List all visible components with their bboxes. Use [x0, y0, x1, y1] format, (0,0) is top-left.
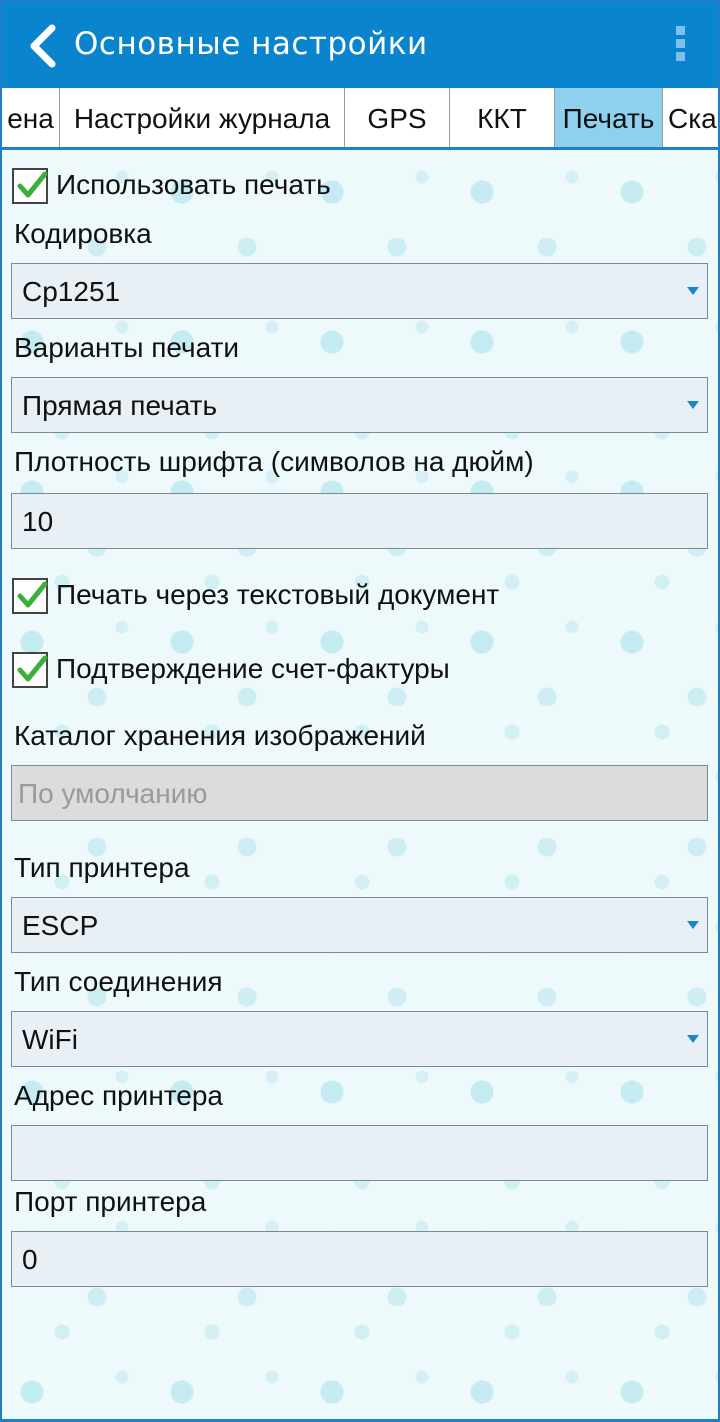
connection-type-value: WiFi [22, 1024, 78, 1055]
invoice-confirm-checkbox[interactable] [12, 652, 48, 688]
print-variant-value: Прямая печать [22, 390, 218, 421]
print-text-doc-checkbox[interactable] [12, 578, 48, 614]
encoding-label: Кодировка [14, 218, 152, 249]
chevron-left-icon[interactable] [24, 24, 64, 68]
printer-address-label: Адрес принтера [14, 1080, 224, 1111]
overflow-menu-icon[interactable] [672, 26, 688, 66]
tab-gps[interactable]: GPS [345, 88, 450, 147]
print-variant-select[interactable]: Прямая печать [11, 377, 708, 433]
font-density-input[interactable]: 10 [11, 493, 708, 549]
dropdown-arrow-icon [687, 401, 699, 409]
image-catalog-input[interactable]: По умолчанию [11, 765, 708, 821]
settings-tab-bar: ена Настройки журнала GPS ККТ Печать Ска [2, 88, 718, 150]
app-bar: Основные настройки [2, 2, 718, 88]
printer-port-label: Порт принтера [14, 1186, 207, 1217]
dropdown-arrow-icon [687, 1035, 699, 1043]
printer-type-value: ESCP [22, 910, 99, 941]
encoding-select[interactable]: Cp1251 [11, 263, 708, 319]
dropdown-arrow-icon [687, 921, 699, 929]
encoding-value: Cp1251 [22, 276, 121, 307]
tab-print[interactable]: Печать [555, 88, 663, 147]
dropdown-arrow-icon [687, 287, 699, 295]
printer-type-select[interactable]: ESCP [11, 897, 708, 953]
printer-port-input[interactable]: 0 [11, 1231, 708, 1287]
tab-kkt[interactable]: ККТ [450, 88, 555, 147]
screen-title: Основные настройки [74, 26, 428, 62]
screen-frame: Основные настройки ена Настройки журнала… [0, 0, 720, 1422]
tab-partial-right[interactable]: Ска [663, 88, 718, 147]
image-catalog-placeholder: По умолчанию [18, 778, 208, 809]
tab-journal-settings[interactable]: Настройки журнала [60, 88, 345, 147]
use-print-label: Использовать печать [56, 169, 331, 200]
use-print-checkbox[interactable] [12, 168, 48, 204]
print-variant-label: Варианты печати [14, 332, 240, 363]
invoice-confirm-label: Подтверждение счет-фактуры [56, 653, 450, 684]
connection-type-label: Тип соединения [14, 966, 223, 997]
printer-address-input[interactable] [11, 1125, 708, 1181]
font-density-value: 10 [22, 506, 54, 537]
printer-port-value: 0 [22, 1244, 38, 1275]
tab-partial-left[interactable]: ена [2, 88, 60, 147]
printer-type-label: Тип принтера [14, 852, 190, 883]
connection-type-select[interactable]: WiFi [11, 1011, 708, 1067]
print-text-doc-label: Печать через текстовый документ [56, 579, 500, 610]
font-density-label: Плотность шрифта (символов на дюйм) [14, 446, 534, 477]
image-catalog-label: Каталог хранения изображений [14, 720, 426, 751]
